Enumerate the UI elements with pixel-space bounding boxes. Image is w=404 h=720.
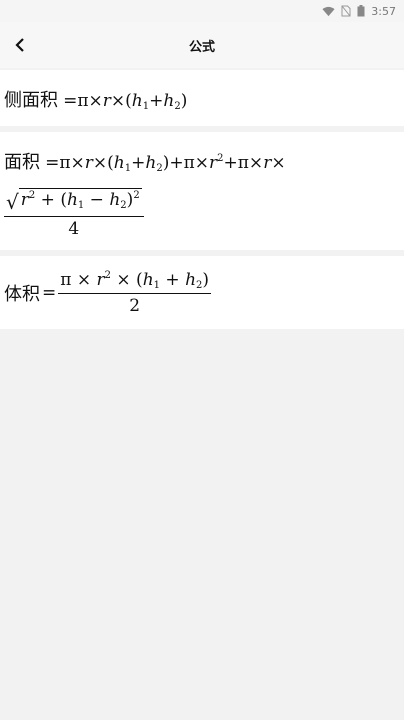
app-bar: 公式 [0, 22, 404, 68]
equals-sign: = [42, 283, 57, 303]
wifi-icon [322, 6, 335, 17]
status-bar: 3:57 [0, 0, 404, 22]
formula-expression-line1: =π×r×(h1+h2)+π×r2+π×r× [45, 153, 286, 174]
formula-fraction: √ r2 + (h1 − h2)2 4 [4, 188, 144, 239]
no-sim-icon [341, 5, 351, 17]
formula-card-surface-area: 面积 =π×r×(h1+h2)+π×r2+π×r× √ r2 + (h1 − h2… [0, 132, 404, 250]
formula-label: 体积 [4, 284, 40, 305]
formula-card-lateral-area: 侧面积 =π×r×(h1+h2) [0, 70, 404, 126]
formula-fraction: π × r2 × (h1 + h2) 2 [58, 270, 212, 316]
status-time: 3:57 [371, 4, 396, 18]
formula-label: 侧面积 [4, 90, 58, 111]
formula-expression: =π×r×(h1+h2) [63, 91, 188, 112]
page-title: 公式 [188, 40, 215, 55]
formula-label: 面积 [4, 152, 40, 173]
battery-icon [357, 5, 365, 17]
formula-card-volume: 体积 = π × r2 × (h1 + h2) 2 [0, 256, 404, 329]
